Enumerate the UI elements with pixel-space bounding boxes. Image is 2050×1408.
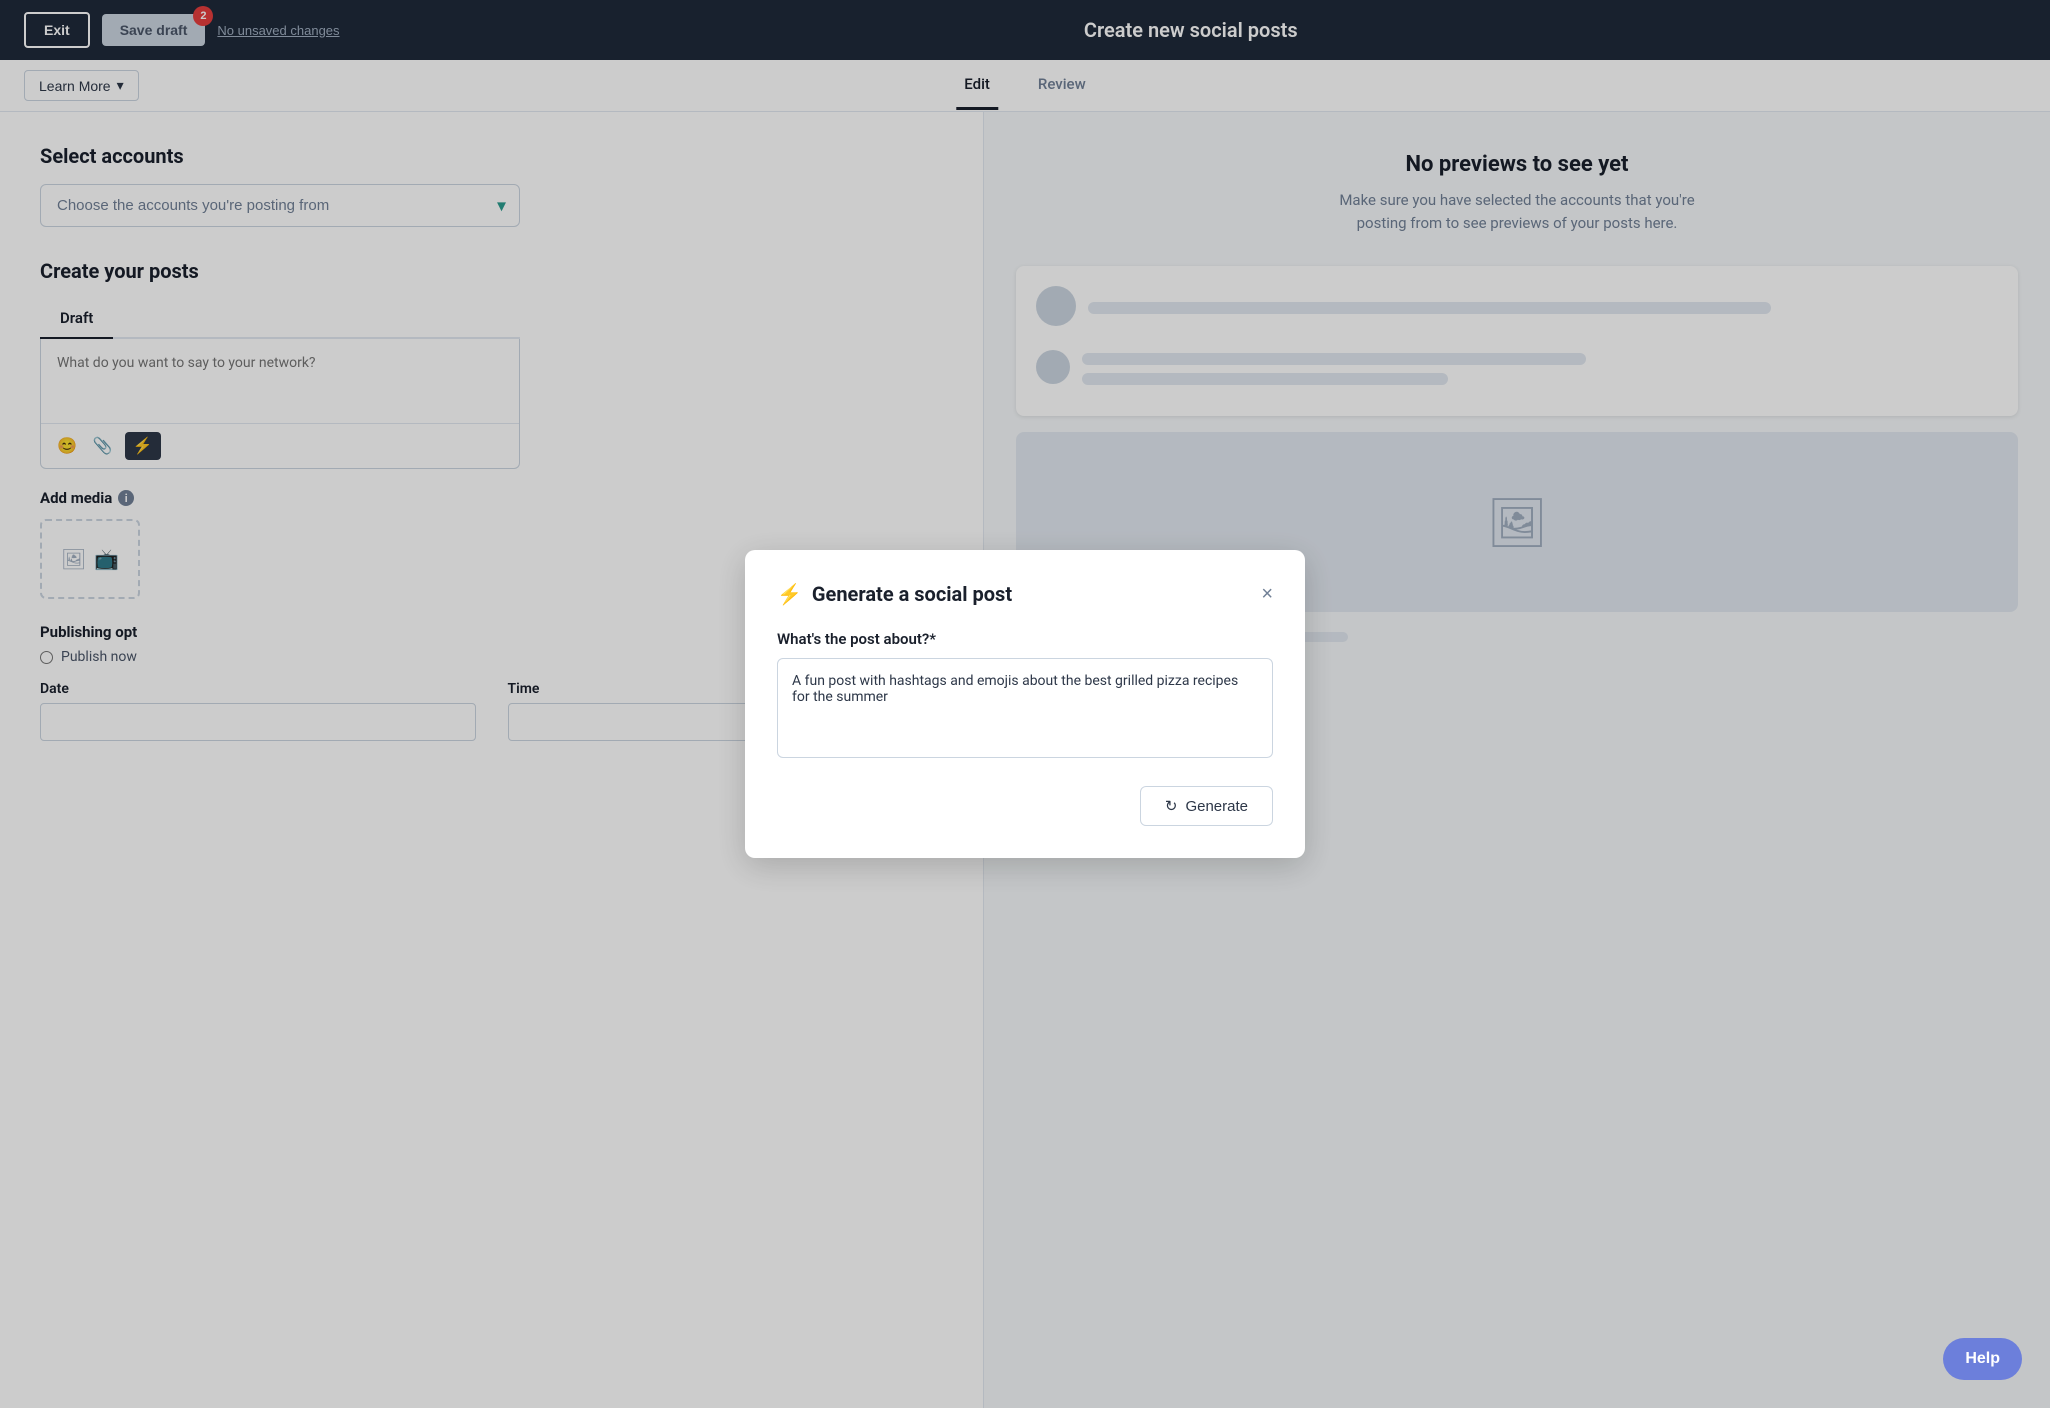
generate-social-post-modal: ⚡ Generate a social post × What's the po… bbox=[745, 550, 1305, 858]
modal-title-text: Generate a social post bbox=[812, 582, 1012, 606]
help-button[interactable]: Help bbox=[1943, 1338, 2022, 1380]
generate-label: Generate bbox=[1185, 798, 1248, 815]
modal-overlay: ⚡ Generate a social post × What's the po… bbox=[0, 0, 2050, 1408]
generate-icon: ↻ bbox=[1165, 797, 1178, 815]
modal-header: ⚡ Generate a social post × bbox=[777, 582, 1273, 606]
modal-textarea[interactable]: A fun post with hashtags and emojis abou… bbox=[777, 658, 1273, 758]
modal-close-button[interactable]: × bbox=[1261, 583, 1273, 606]
modal-footer: ↻ Generate bbox=[777, 786, 1273, 826]
modal-title: ⚡ Generate a social post bbox=[777, 582, 1012, 606]
lightning-icon: ⚡ bbox=[777, 582, 802, 606]
generate-button[interactable]: ↻ Generate bbox=[1140, 786, 1273, 826]
modal-field-label: What's the post about?* bbox=[777, 630, 1273, 648]
